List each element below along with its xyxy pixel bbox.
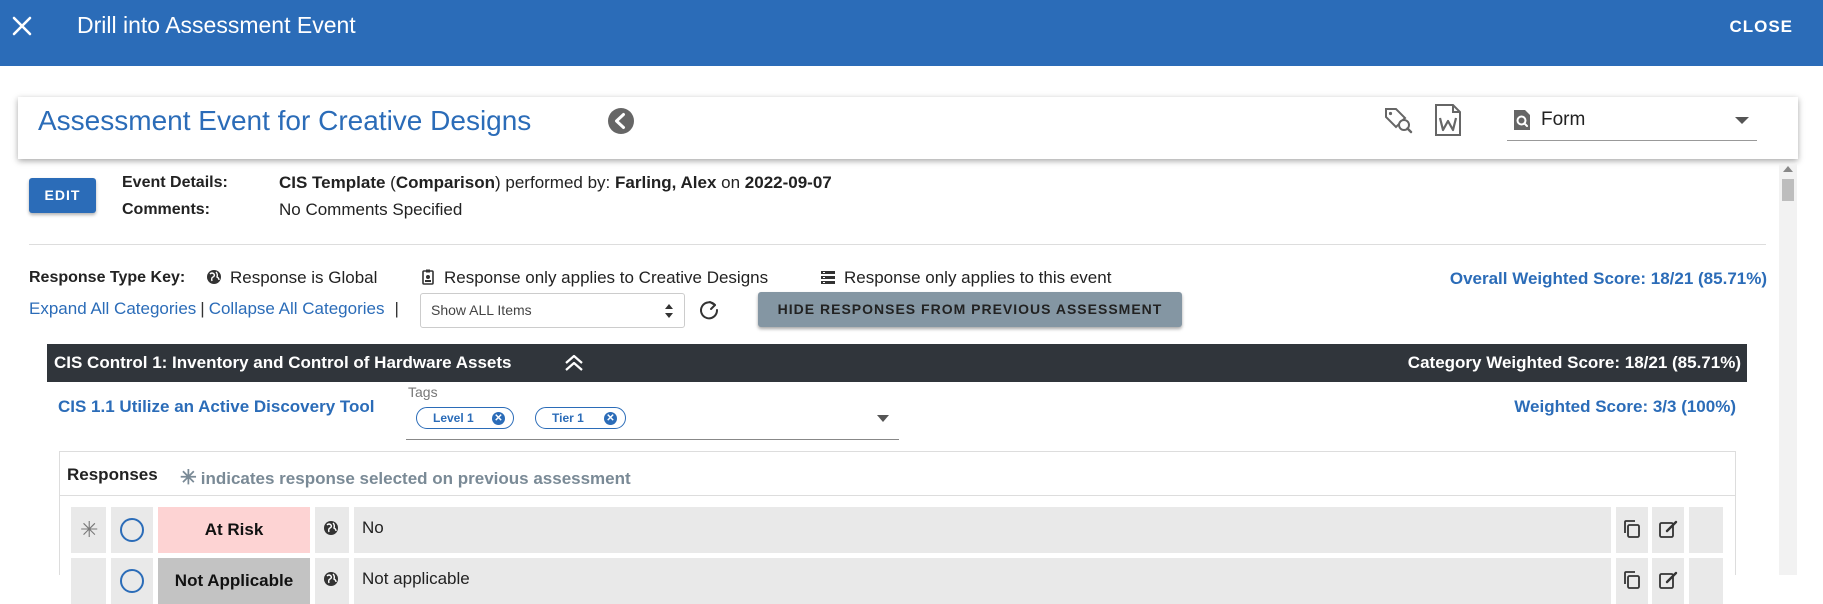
responses-panel: Responses ✳ indicates response selected o… [59, 451, 1736, 604]
document-search-icon [1514, 110, 1530, 130]
previous-response-note-text: indicates response selected on previous … [200, 469, 631, 488]
event-details-label: Event Details: [122, 174, 228, 191]
response-radio[interactable] [120, 569, 144, 593]
updown-icon [665, 304, 673, 318]
word-export-icon[interactable] [1433, 103, 1463, 137]
response-key-label: Response Type Key: [29, 269, 186, 286]
key-global: Response is Global [206, 268, 377, 288]
category-controls: Expand All Categories | Collapse All Categ… [29, 299, 403, 319]
dialog-title: Drill into Assessment Event [77, 12, 356, 38]
previous-marker-cell [71, 558, 106, 604]
template-name: CIS Template [279, 173, 386, 192]
divider [29, 244, 1766, 245]
globe-icon [207, 270, 221, 284]
performer-name: Farling, Alex [615, 173, 717, 192]
category-title: CIS Control 1: Inventory and Control of … [54, 353, 512, 372]
paren-open: ( [385, 173, 396, 192]
comparison-label: Comparison [395, 173, 496, 192]
key-org-text: Response only applies to Creative Design… [444, 268, 769, 287]
comments-label: Comments: [122, 201, 211, 218]
event-details-value: CIS Template (Comparison) performed by: … [279, 173, 832, 193]
comments-value: No Comments Specified [279, 200, 463, 219]
response-text-cell: No [354, 507, 1611, 553]
close-button[interactable]: CLOSE [1729, 17, 1793, 37]
view-mode-select[interactable]: Form [1507, 101, 1757, 141]
view-mode-value: Form [1541, 109, 1586, 130]
copy-cell[interactable] [1616, 558, 1648, 604]
response-text: No [362, 518, 384, 537]
item-title[interactable]: CIS 1.1 Utilize an Active Discovery Tool [58, 397, 375, 417]
tags-field[interactable]: Tags Level 1 ✕ Tier 1 ✕ [406, 384, 899, 440]
globe-icon [324, 521, 338, 535]
close-icon[interactable] [10, 14, 34, 38]
previous-response-note: ✳ indicates response selected on previous… [180, 465, 631, 490]
tag-search-icon[interactable] [1383, 105, 1413, 135]
on-text: on [716, 173, 745, 192]
tag-chip-label: Tier 1 [552, 411, 584, 425]
badge-icon [422, 269, 434, 285]
caret-down-icon [1735, 117, 1749, 124]
copy-icon[interactable] [1622, 570, 1642, 590]
key-event-text: Response only applies to this event [844, 268, 1112, 287]
scrollbar[interactable] [1779, 164, 1797, 575]
empty-cell [1689, 507, 1723, 553]
edit-cell[interactable] [1652, 507, 1684, 553]
globe-icon [324, 572, 338, 586]
hide-previous-responses-button[interactable]: HIDE RESPONSES FROM PREVIOUS ASSESSMENT [758, 292, 1182, 327]
radio-cell[interactable] [111, 558, 153, 604]
edit-cell[interactable] [1652, 558, 1684, 604]
item-weighted-score: Weighted Score: 3/3 (100%) [1514, 397, 1736, 416]
copy-icon[interactable] [1622, 519, 1642, 539]
response-radio[interactable] [120, 518, 144, 542]
tag-chip[interactable]: Level 1 ✕ [416, 407, 514, 429]
key-org: Response only applies to Creative Design… [420, 268, 768, 288]
edit-button[interactable]: EDIT [29, 178, 96, 213]
empty-cell [1689, 558, 1723, 604]
event-date: 2022-09-07 [744, 173, 832, 192]
previous-marker-cell: ✳ [71, 507, 106, 553]
back-icon[interactable] [607, 107, 635, 135]
scroll-up-icon[interactable] [1783, 166, 1793, 172]
page-title: Assessment Event for Creative Designs [38, 105, 532, 136]
remove-tag-icon[interactable]: ✕ [492, 412, 505, 425]
remove-tag-icon[interactable]: ✕ [604, 412, 617, 425]
expand-all-link[interactable]: Expand All Categories [29, 299, 196, 318]
edit-icon[interactable] [1658, 570, 1678, 590]
tag-chip[interactable]: Tier 1 ✕ [535, 407, 626, 429]
category-header[interactable]: CIS Control 1: Inventory and Control of … [47, 344, 1747, 382]
responses-header: Responses ✳ indicates response selected o… [60, 452, 1735, 496]
scope-cell [315, 558, 349, 604]
previous-selection-icon: ✳ [80, 517, 99, 542]
radio-cell[interactable] [111, 507, 153, 553]
tags-label: Tags [408, 384, 438, 400]
separator: | [394, 299, 399, 318]
overall-score: Overall Weighted Score: 18/21 (85.71%) [1449, 269, 1767, 288]
show-items-value: Show ALL Items [431, 302, 532, 318]
dialog-title-bar: Drill into Assessment Event CLOSE [0, 0, 1823, 66]
performed-by-text: ) performed by: [495, 173, 616, 192]
status-badge: At Risk [158, 507, 310, 553]
scope-cell [315, 507, 349, 553]
collapse-chevron-icon[interactable] [562, 353, 586, 373]
list-icon [821, 271, 835, 284]
copy-cell[interactable] [1616, 507, 1648, 553]
asterisk-icon: ✳ [180, 467, 197, 489]
status-badge: Not Applicable [158, 558, 310, 604]
tag-chip-label: Level 1 [433, 411, 474, 425]
separator: | [200, 299, 205, 318]
response-text: Not applicable [362, 569, 470, 588]
refresh-icon[interactable] [698, 299, 720, 321]
responses-heading: Responses [67, 465, 158, 484]
page-header: Assessment Event for Creative Designs Fo… [18, 97, 1798, 159]
scroll-thumb[interactable] [1782, 179, 1794, 201]
collapse-all-link[interactable]: Collapse All Categories [209, 299, 385, 318]
category-score: Category Weighted Score: 18/21 (85.71%) [1407, 353, 1741, 372]
show-items-select[interactable]: Show ALL Items [420, 293, 685, 328]
edit-icon[interactable] [1658, 519, 1678, 539]
response-text-cell: Not applicable [354, 558, 1611, 604]
key-event: Response only applies to this event [820, 268, 1111, 288]
caret-down-icon[interactable] [877, 415, 889, 422]
key-global-text: Response is Global [230, 268, 378, 287]
